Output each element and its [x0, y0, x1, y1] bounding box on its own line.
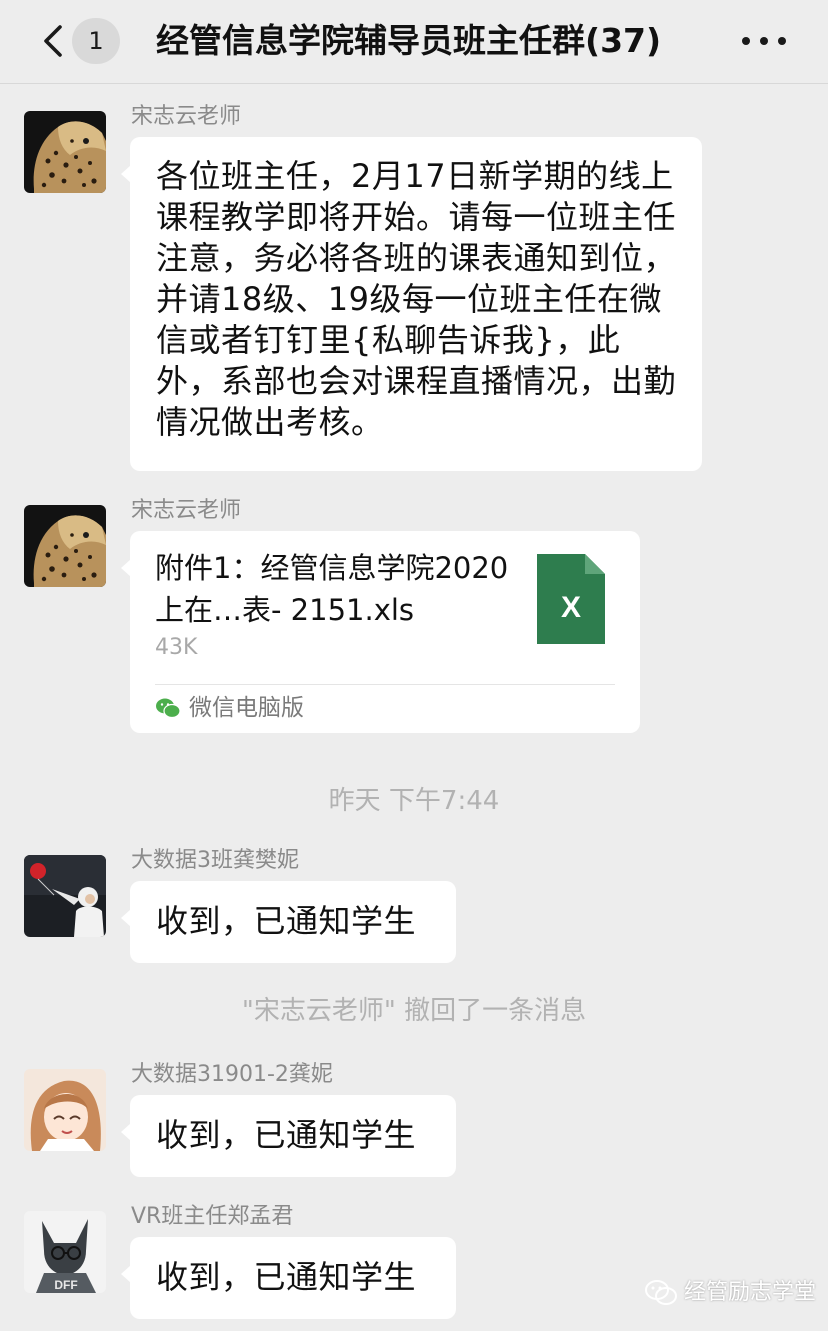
file-message-card[interactable]: 附件1：经管信息学院2020上在…表- 2151.xls 43K X 微信电脑版 [121, 531, 640, 733]
file-source: 微信电脑版 [155, 693, 304, 723]
recall-notice: "宋志云老师" 撤回了一条消息 [241, 996, 587, 1026]
svg-text:X: X [561, 591, 581, 624]
avatar-leopard[interactable] [24, 505, 106, 587]
message-text: 收到，已通知学生 [156, 1116, 417, 1154]
file-name: 附件1：经管信息学院2020上在…表- 2151.xls [155, 551, 509, 627]
message-text: 收到，已通知学生 [156, 902, 417, 940]
file-size: 43K [155, 635, 198, 660]
sender-name: 宋志云老师 [131, 498, 242, 523]
wechat-icon [156, 698, 181, 719]
avatar-anime-girl[interactable] [24, 1069, 106, 1151]
avatar-leopard[interactable] [24, 111, 106, 193]
watermark-text: 经管励志学堂 [684, 1280, 817, 1305]
wechat-official-account-icon [645, 1280, 677, 1305]
message-bubble[interactable]: 各位班主任，2月17日新学期的线上课程教学即将开始。请每一位班主任注意，务必将各… [121, 137, 702, 471]
message-bubble[interactable]: 收到，已通知学生 [121, 1237, 456, 1319]
more-dots-icon [742, 37, 750, 45]
more-options-button[interactable] [742, 30, 786, 52]
excel-file-icon: X [537, 554, 605, 644]
sender-name: 大数据3班龚樊妮 [131, 848, 299, 873]
sender-name: VR班主任郑孟君 [131, 1204, 294, 1229]
sender-name: 宋志云老师 [131, 104, 242, 129]
file-source-label: 微信电脑版 [189, 695, 304, 721]
timestamp: 昨天 下午7:44 [328, 786, 500, 816]
chat-header: 1 经管信息学院辅导员班主任群(37) [0, 0, 828, 84]
chat-title: 经管信息学院辅导员班主任群(37) [156, 21, 662, 60]
back-button[interactable] [30, 18, 76, 64]
divider [155, 684, 615, 685]
message-text: 收到，已通知学生 [156, 1258, 417, 1296]
unread-count-badge[interactable]: 1 [72, 18, 120, 64]
watermark: 经管励志学堂 [644, 1278, 816, 1308]
message-bubble[interactable]: 收到，已通知学生 [121, 881, 456, 963]
avatar-balloon-girl[interactable] [24, 855, 106, 937]
message-bubble[interactable]: 收到，已通知学生 [121, 1095, 456, 1177]
svg-text:DFF: DFF [54, 1278, 77, 1292]
chevron-left-icon [44, 25, 62, 57]
message-text: 各位班主任，2月17日新学期的线上课程教学即将开始。请每一位班主任注意，务必将各… [156, 157, 677, 441]
sender-name: 大数据31901-2龚妮 [131, 1062, 333, 1087]
avatar-cat[interactable]: DFF [24, 1211, 106, 1293]
